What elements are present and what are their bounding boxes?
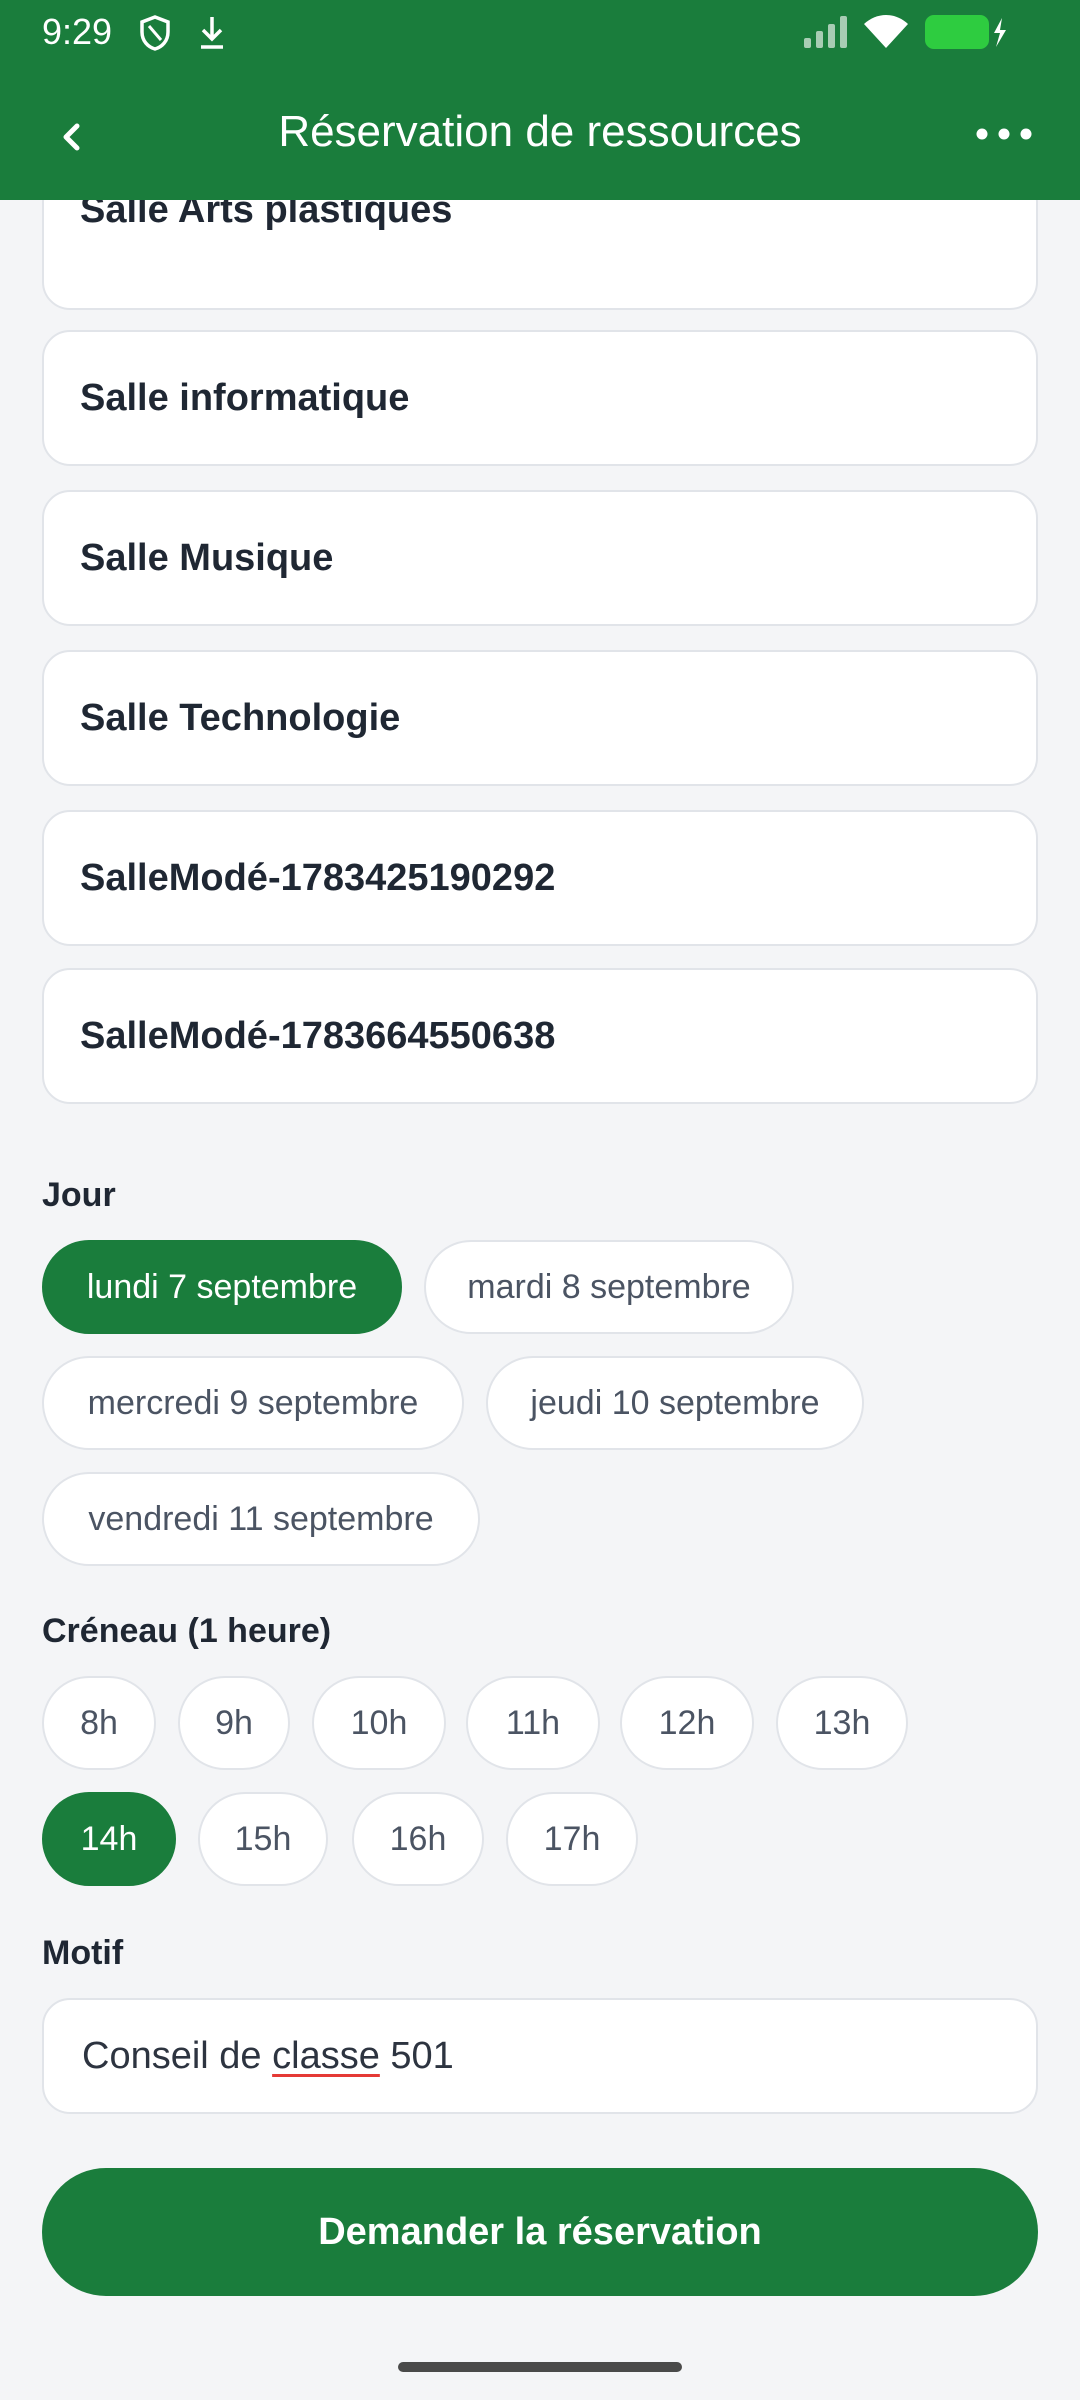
slot-chip-16h[interactable]: 16h (352, 1792, 484, 1886)
reservation-form: Salle Arts plastiques Salle informatique… (0, 0, 1080, 2400)
slot-chip-13h[interactable]: 13h (776, 1676, 908, 1770)
request-reservation-button[interactable]: Demander la réservation (42, 2168, 1038, 2296)
slot-chip-14h[interactable]: 14h (42, 1792, 176, 1886)
day-section-label: Jour (42, 1176, 116, 1214)
motif-label: Motif (42, 1934, 124, 1972)
day-chip-jeudi[interactable]: jeudi 10 septembre (486, 1356, 864, 1450)
resource-item-informatique[interactable]: Salle informatique (42, 330, 1038, 466)
slot-chip-12h[interactable]: 12h (620, 1676, 754, 1770)
day-chip-mardi[interactable]: mardi 8 septembre (424, 1240, 794, 1334)
motif-input[interactable]: Conseil de classe 501 (42, 1998, 1038, 2114)
resource-label: SalleModé-1783425190292 (80, 857, 556, 899)
resource-item-musique[interactable]: Salle Musique (42, 490, 1038, 626)
shield-icon (138, 14, 172, 57)
day-chip-lundi[interactable]: lundi 7 septembre (42, 1240, 402, 1334)
slot-chip-11h[interactable]: 11h (466, 1676, 600, 1770)
title-row: Réservation de ressources (0, 92, 1080, 172)
download-icon (196, 14, 228, 57)
day-chip-vendredi[interactable]: vendredi 11 septembre (42, 1472, 480, 1566)
slot-section-label: Créneau (1 heure) (42, 1612, 332, 1650)
page-title: Réservation de ressources (278, 107, 802, 156)
battery-charging-icon (924, 14, 1008, 55)
slot-chip-17h[interactable]: 17h (506, 1792, 638, 1886)
more-button[interactable] (968, 114, 1040, 154)
wifi-icon (862, 12, 910, 55)
more-horizontal-icon (976, 128, 1032, 140)
slot-chip-10h[interactable]: 10h (312, 1676, 446, 1770)
app-header: 9:29 Réservation de ressources (0, 0, 1080, 200)
slot-chip-9h[interactable]: 9h (178, 1676, 290, 1770)
slot-chip-8h[interactable]: 8h (42, 1676, 156, 1770)
resource-item-technologie[interactable]: Salle Technologie (42, 650, 1038, 786)
status-bar: 9:29 (0, 0, 1080, 64)
slot-chip-15h[interactable]: 15h (198, 1792, 328, 1886)
resource-item-sallemode-1[interactable]: SalleModé-1783425190292 (42, 810, 1038, 946)
motif-text-part: 501 (379, 2035, 454, 2077)
resource-item-sallemode-2[interactable]: SalleModé-1783664550638 (42, 968, 1038, 1104)
resource-label: Salle informatique (80, 377, 410, 419)
home-indicator[interactable] (398, 2362, 682, 2372)
motif-text-part: Conseil de (82, 2035, 273, 2077)
day-chip-mercredi[interactable]: mercredi 9 septembre (42, 1356, 464, 1450)
resource-label: Salle Musique (80, 537, 334, 579)
status-time: 9:29 (42, 11, 113, 52)
motif-misspelled-word: classe (272, 2035, 380, 2077)
resource-label: SalleModé-1783664550638 (80, 1015, 556, 1057)
resource-label: Salle Technologie (80, 697, 401, 739)
signal-icon (802, 14, 850, 55)
